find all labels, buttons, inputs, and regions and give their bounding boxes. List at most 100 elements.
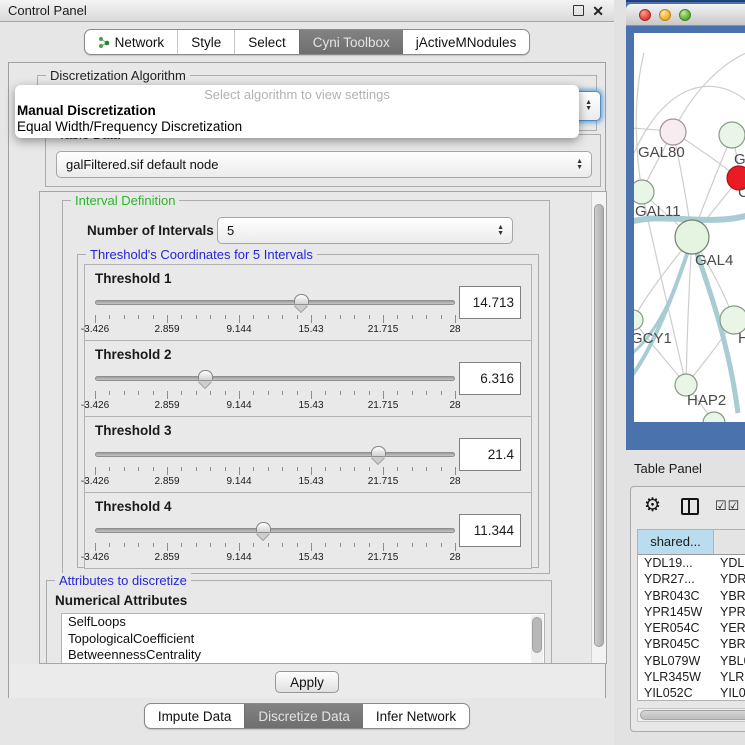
bottom-tab-discretize-data[interactable]: Discretize Data — [244, 704, 363, 728]
gear-icon[interactable]: ⚙ — [644, 494, 661, 517]
dropdown-option-manual[interactable]: Manual Discretization — [15, 103, 579, 119]
table-row[interactable]: YPR145WYPR1 — [638, 604, 745, 620]
threshold-label: Threshold 2 — [95, 347, 172, 362]
table-row[interactable]: YDL19...YDL1 — [638, 555, 745, 571]
table-cell[interactable]: YDR27... — [638, 571, 714, 587]
node-label: HAP2 — [687, 392, 726, 409]
table-cell[interactable]: YBR043C — [638, 588, 714, 604]
node-table[interactable]: shared... na YDL19...YDL1YDR27...YDR2YBR… — [637, 529, 745, 701]
thresholds-group: Threshold's Coordinates for 5 Intervals … — [77, 254, 539, 568]
select-columns-icon[interactable]: ☑☑ — [715, 498, 740, 514]
node-label: H — [738, 330, 745, 347]
numerical-attributes-list[interactable]: SelfLoopsTopologicalCoefficientBetweenne… — [61, 613, 545, 664]
table-row[interactable]: YBL079WYBL0 — [638, 653, 745, 669]
table-row[interactable]: YBR045CYBR0 — [638, 636, 745, 652]
table-row[interactable]: YIL052CYIL0 — [638, 685, 745, 701]
edge[interactable] — [636, 53, 644, 192]
table-data-combobox[interactable]: galFiltered.sif default node ▲▼ — [56, 151, 592, 178]
table-panel-toolbar: ⚙ ☑☑ — [631, 487, 745, 527]
attributes-list-scrollbar[interactable] — [531, 615, 543, 664]
threshold-value-input[interactable]: 6.316 — [459, 362, 521, 395]
slider-track[interactable] — [95, 528, 455, 533]
table-cell[interactable]: YDR2 — [714, 571, 745, 587]
tick-label: 9.144 — [226, 476, 251, 487]
network-node[interactable] — [703, 412, 725, 422]
table-cell[interactable]: YER054C — [638, 620, 714, 636]
table-horizontal-scrollbar[interactable] — [637, 708, 745, 722]
column-header-shared-name[interactable]: shared... — [638, 530, 714, 554]
table-cell[interactable]: YIL052C — [638, 685, 714, 701]
table-cell[interactable]: YBR045C — [638, 636, 714, 652]
threshold-panel-2: Threshold 2 -3.4262.8599.14415.4321.71528… — [84, 340, 532, 417]
table-header-row: shared... na — [638, 530, 745, 555]
stepper-icon: ▲▼ — [576, 159, 583, 171]
table-cell[interactable]: YPR1 — [714, 604, 745, 620]
numerical-attributes-label: Numerical Attributes — [55, 593, 187, 608]
settings-scroll-viewport: Interval Definition Number of Intervals … — [39, 191, 607, 664]
table-cell[interactable]: YBL079W — [638, 653, 714, 669]
tick-label: 21.715 — [368, 324, 399, 335]
attribute-list-item[interactable]: BetweennessCentrality — [62, 647, 544, 664]
slider-thumb[interactable] — [198, 370, 213, 380]
slider-thumb[interactable] — [294, 294, 309, 304]
network-window-titlebar[interactable] — [626, 4, 745, 26]
bottom-tab-infer-network[interactable]: Infer Network — [363, 704, 469, 728]
table-row[interactable]: YLR345WYLR3 — [638, 669, 745, 685]
table-cell[interactable]: YBL0 — [714, 653, 745, 669]
slider-thumb[interactable] — [371, 446, 386, 456]
tick-label: 15.43 — [298, 552, 323, 563]
cyni-toolbox-content: Discretization Algorithm ▲▼ Select algor… — [8, 62, 606, 698]
table-cell[interactable]: YER0 — [714, 620, 745, 636]
zoom-traffic-light-icon[interactable] — [679, 9, 691, 21]
table-cell[interactable]: YIL0 — [714, 685, 745, 701]
tab-cyni-toolbox[interactable]: Cyni Toolbox — [299, 30, 403, 54]
settings-vertical-scrollbar[interactable] — [591, 192, 606, 663]
network-node[interactable] — [660, 119, 686, 145]
dropdown-placeholder: Select algorithm to view settings — [15, 87, 579, 103]
threshold-slider[interactable]: -3.4262.8599.14415.4321.71528 — [95, 443, 455, 491]
threshold-slider[interactable]: -3.4262.8599.14415.4321.71528 — [95, 291, 455, 339]
threshold-value-input[interactable]: 21.4 — [459, 438, 521, 471]
slider-track[interactable] — [95, 376, 455, 381]
table-row[interactable]: YBR043CYBR0 — [638, 588, 745, 604]
table-cell[interactable]: YBR0 — [714, 636, 745, 652]
attribute-list-item[interactable]: SelfLoops — [62, 614, 544, 631]
network-node[interactable] — [719, 122, 745, 148]
slider-track[interactable] — [95, 300, 455, 305]
tab-network[interactable]: Network — [85, 30, 178, 54]
tab-jactivemnodules[interactable]: jActiveMNodules — [403, 30, 530, 54]
table-cell[interactable]: YBR0 — [714, 588, 745, 604]
table-cell[interactable]: YLR345W — [638, 669, 714, 685]
slider-track[interactable] — [95, 452, 455, 457]
tab-style[interactable]: Style — [177, 30, 234, 54]
tab-select[interactable]: Select — [234, 30, 299, 54]
split-table-icon[interactable] — [681, 498, 699, 515]
network-node[interactable] — [675, 220, 709, 254]
table-row[interactable]: YER054CYER0 — [638, 620, 745, 636]
stepper-icon: ▲▼ — [585, 100, 592, 112]
apply-button[interactable]: Apply — [275, 671, 339, 693]
close-traffic-light-icon[interactable] — [639, 9, 651, 21]
threshold-value-input[interactable]: 11.344 — [459, 514, 521, 547]
bottom-tab-impute-data[interactable]: Impute Data — [145, 704, 245, 728]
network-node[interactable] — [634, 310, 643, 330]
table-cell[interactable]: YDL19... — [638, 555, 714, 571]
table-cell[interactable]: YPR145W — [638, 604, 714, 620]
float-window-icon[interactable] — [573, 5, 584, 16]
column-header-name[interactable]: na — [714, 530, 745, 554]
table-cell[interactable]: YLR3 — [714, 669, 745, 685]
close-icon[interactable]: ✕ — [592, 2, 604, 20]
threshold-slider[interactable]: -3.4262.8599.14415.4321.71528 — [95, 367, 455, 415]
attribute-list-item[interactable]: TopologicalCoefficient — [62, 631, 544, 648]
number-of-intervals-combobox[interactable]: 5 ▲▼ — [217, 217, 513, 244]
threshold-slider[interactable]: -3.4262.8599.14415.4321.71528 — [95, 519, 455, 567]
dropdown-option-equal-width[interactable]: Equal Width/Frequency Discretization — [15, 119, 579, 135]
threshold-value-input[interactable]: 14.713 — [459, 286, 521, 319]
table-cell[interactable]: YDL1 — [714, 555, 745, 571]
network-node[interactable] — [634, 180, 654, 204]
network-canvas[interactable]: GAL80GALCGAL11GAL4GCY1HHAP2 — [634, 33, 745, 422]
tick-label: -3.426 — [81, 324, 109, 335]
table-row[interactable]: YDR27...YDR2 — [638, 571, 745, 587]
slider-thumb[interactable] — [256, 522, 271, 532]
minimize-traffic-light-icon[interactable] — [659, 9, 671, 21]
